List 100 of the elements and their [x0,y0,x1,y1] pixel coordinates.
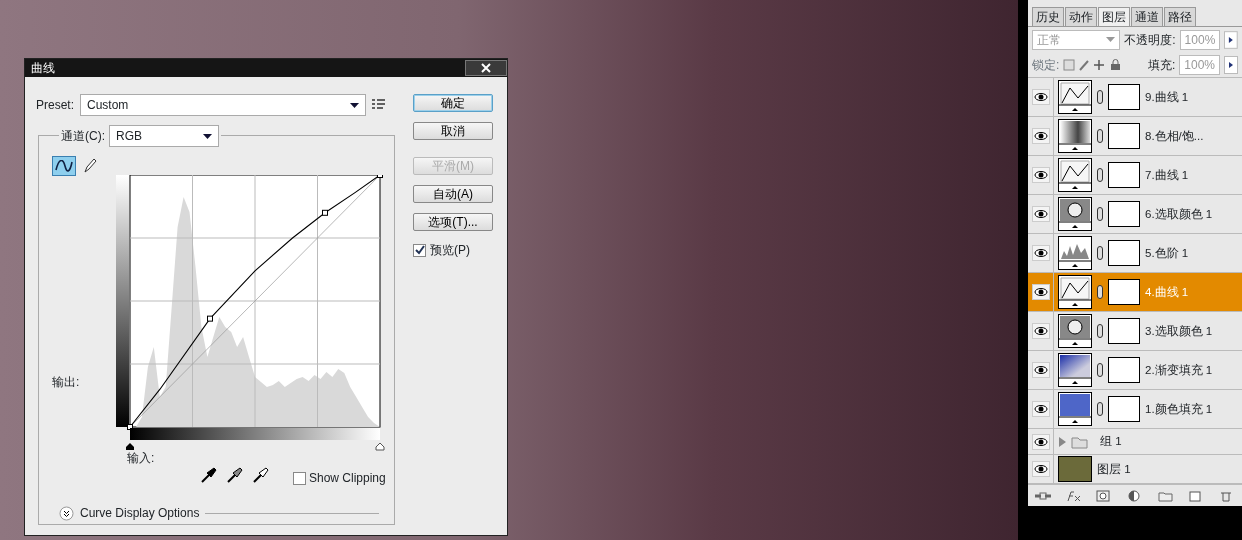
panel-tab[interactable]: 动作 [1065,6,1097,26]
layer-row[interactable]: 7.曲线 1 [1028,156,1242,196]
layer-mask-thumbnail [1108,279,1140,306]
eye-icon[interactable] [1031,167,1050,184]
opacity-label: 不透明度: [1124,31,1176,49]
eye-icon[interactable] [1031,89,1050,106]
arrow-button-icon[interactable] [1224,55,1238,74]
link-icon [1097,207,1103,222]
layer-name: 1.颜色填充 1 [1145,401,1213,417]
layer-name: 3.选取颜色 1 [1145,323,1213,339]
curve-tool[interactable] [52,156,76,176]
layer-row[interactable]: 8.色相/饱... [1028,117,1242,157]
eye-icon[interactable] [1031,362,1050,379]
close-icon [481,63,491,73]
control-point[interactable] [377,175,383,178]
layer-mask-thumbnail [1108,201,1140,228]
color-fill-thumbnail [1058,392,1092,427]
channel-label: 通道(C): [61,128,105,145]
eye-icon[interactable] [1031,461,1050,478]
dialog-title: 曲线 [31,60,55,77]
preset-dropdown[interactable]: Custom [80,94,366,116]
dialog-button[interactable]: 确定 [413,94,493,112]
curve-icon [55,160,73,172]
layer-name: 5.色阶 1 [1145,245,1189,261]
output-label: 输出: [52,374,80,391]
eyedropper-icon[interactable] [201,467,217,483]
eye-icon[interactable] [1031,128,1050,145]
layer-row[interactable]: 1.颜色填充 1 [1028,390,1242,430]
link-icon[interactable] [1034,489,1053,502]
layer-name: 6.选取颜色 1 [1145,206,1213,222]
layer-mask-thumbnail [1108,318,1140,345]
panel-tab[interactable]: 通道 [1131,6,1163,26]
layer-row[interactable]: 图层 1 [1028,455,1242,485]
levels-thumbnail [1058,236,1092,271]
link-icon [1097,363,1103,378]
selective-color-thumbnail [1058,197,1092,232]
eye-icon[interactable] [1031,433,1050,450]
layer-name: 4.曲线 1 [1145,284,1189,300]
eyedropper-icon[interactable] [253,467,269,483]
layer-name: 组 1 [1100,434,1122,450]
control-point[interactable] [207,315,213,322]
arrow-button-icon[interactable] [1224,30,1238,49]
layer-mask-thumbnail [1108,123,1140,150]
layer-name: 8.色相/饱... [1145,128,1204,144]
eyedropper-icon[interactable] [227,467,243,483]
fill-label: 填充: [1147,56,1176,74]
curves-thumbnail [1058,158,1092,193]
layer-row[interactable]: 9.曲线 1 [1028,78,1242,118]
panel-tab[interactable]: 路径 [1164,6,1196,26]
input-label: 输入: [127,450,155,467]
fx-icon[interactable] [1064,489,1083,502]
curves-thumbnail [1058,80,1092,115]
panel-tab[interactable]: 历史 [1032,6,1064,26]
dialog-button[interactable]: 选项(T)... [413,213,493,231]
link-icon [1097,402,1103,417]
eye-icon[interactable] [1031,284,1050,301]
layer-mask-thumbnail [1108,396,1140,423]
dialog-button[interactable]: 取消 [413,122,493,140]
layer-name: 2.渐变填充 1 [1145,362,1213,378]
folder-icon[interactable] [1058,434,1088,449]
layer-name: 图层 1 [1097,461,1131,477]
layer-mask-thumbnail [1108,162,1140,189]
layer-name: 9.曲线 1 [1145,89,1189,105]
layer-row[interactable]: 组 1 [1028,429,1242,456]
eye-icon[interactable] [1031,401,1050,418]
panel-tab[interactable]: 图层 [1098,6,1130,26]
hue-saturation-thumbnail [1058,119,1092,154]
expand-icon[interactable] [59,505,74,521]
curve-display-options-label: Curve Display Options [80,505,200,522]
eye-icon[interactable] [1031,245,1050,262]
channel-dropdown[interactable]: RGB [109,125,219,147]
layer-row[interactable]: 5.色阶 1 [1028,234,1242,274]
link-icon [1097,129,1103,144]
link-icon [1097,90,1103,105]
eye-icon[interactable] [1031,206,1050,223]
caret-icon [350,102,359,108]
show-clipping-checkbox[interactable] [293,471,306,485]
dialog-button[interactable]: 自动(A) [413,185,493,203]
selective-color-thumbnail [1058,314,1092,349]
caret-icon [1106,37,1116,43]
link-icon [1097,324,1103,339]
show-clipping-label: Show Clipping [309,470,386,487]
layer-mask-thumbnail [1108,84,1140,111]
preview-checkbox[interactable] [413,243,426,257]
layer-row[interactable]: 6.选取颜色 1 [1028,195,1242,235]
eye-icon[interactable] [1031,323,1050,340]
curves-thumbnail [1058,275,1092,310]
gradient-fill-thumbnail [1058,353,1092,388]
layer-row[interactable]: 2.渐变填充 1 [1028,351,1242,391]
menu-icon[interactable] [372,99,386,111]
preset-label: Preset: [36,97,74,114]
layer-row[interactable]: 3.选取颜色 1 [1028,312,1242,352]
link-icon [1097,168,1103,183]
control-point[interactable] [322,209,328,216]
image-thumbnail [1058,456,1092,483]
input-gradient-bar[interactable] [126,428,385,451]
layer-mask-thumbnail [1108,240,1140,267]
link-icon [1097,285,1103,300]
close-button[interactable] [465,60,507,76]
lock-label: 锁定: [1032,56,1060,74]
